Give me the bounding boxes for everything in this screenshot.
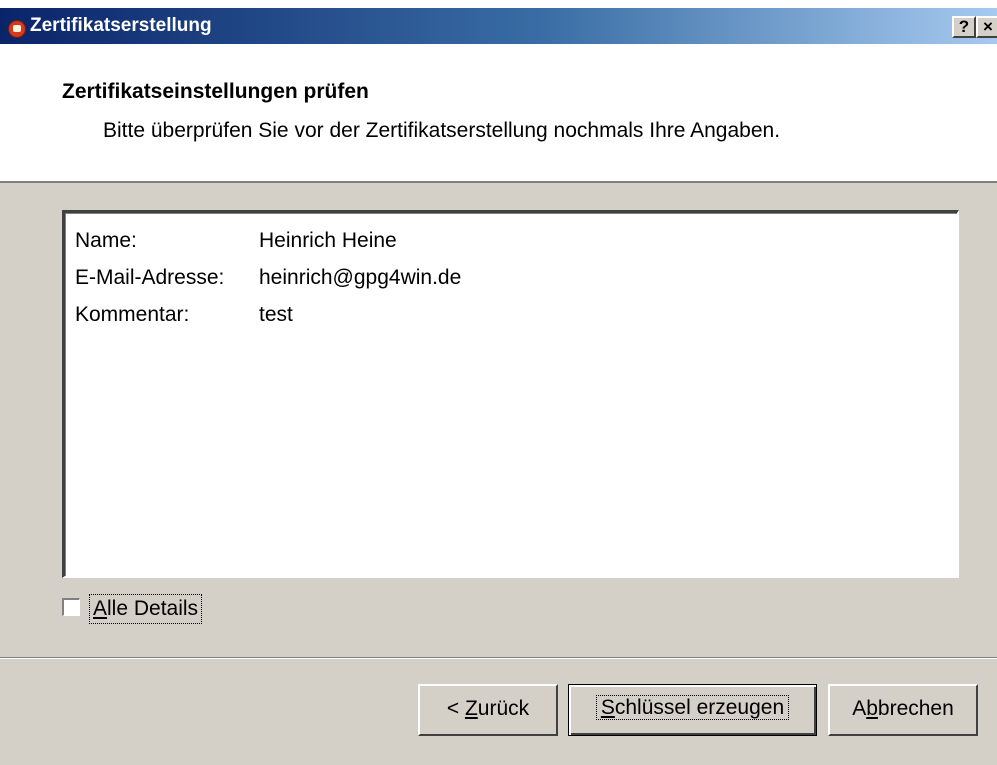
back-prefix: < — [446, 697, 465, 720]
button-separator — [0, 657, 997, 659]
all-details-checkbox[interactable]: Alle Details — [62, 594, 242, 628]
summary-label: E-Mail-Adresse: — [75, 266, 225, 289]
summary-value: test — [259, 303, 293, 326]
cancel-label: brechen — [877, 697, 954, 720]
mnemonic-letter: A — [93, 597, 108, 620]
back-button[interactable]: < Zurück — [418, 684, 558, 736]
summary-label: Name: — [75, 229, 137, 252]
create-label: chlüssel erzeugen — [614, 696, 785, 719]
mnemonic-letter: S — [600, 696, 615, 719]
summary-value: Heinrich Heine — [259, 229, 397, 252]
settings-summary-box[interactable]: Name: Heinrich Heine E-Mail-Adresse: hei… — [62, 210, 959, 578]
app-icon — [8, 20, 26, 38]
cancel-prefix: A — [852, 697, 867, 720]
help-button[interactable]: ? — [952, 16, 976, 38]
close-button[interactable]: × — [976, 16, 997, 38]
focus-rect: Schlüssel erzeugen — [595, 695, 790, 720]
checkbox-box[interactable] — [62, 598, 80, 616]
create-key-button[interactable]: Schlüssel erzeugen — [568, 684, 817, 736]
summary-label: Kommentar: — [75, 303, 190, 326]
certificate-wizard-window: Zertifikatserstellung ? × Zertifikatsein… — [0, 0, 997, 765]
summary-value: heinrich@gpg4win.de — [259, 266, 462, 289]
title-bar[interactable]: Zertifikatserstellung ? × — [0, 0, 997, 44]
cancel-button[interactable]: Abbrechen — [828, 684, 978, 736]
page-title: Zertifikatseinstellungen prüfen — [62, 80, 369, 103]
label-text: lle Details — [107, 597, 199, 620]
wizard-header: Zertifikatseinstellungen prüfen Bitte üb… — [0, 44, 997, 183]
mnemonic-letter: b — [866, 697, 878, 720]
mnemonic-letter: Z — [464, 697, 478, 720]
page-subtitle: Bitte überprüfen Sie vor der Zertifikats… — [103, 119, 781, 142]
checkbox-label[interactable]: Alle Details — [89, 594, 203, 624]
back-label: urück — [477, 697, 530, 720]
window-title: Zertifikatserstellung — [30, 15, 212, 36]
